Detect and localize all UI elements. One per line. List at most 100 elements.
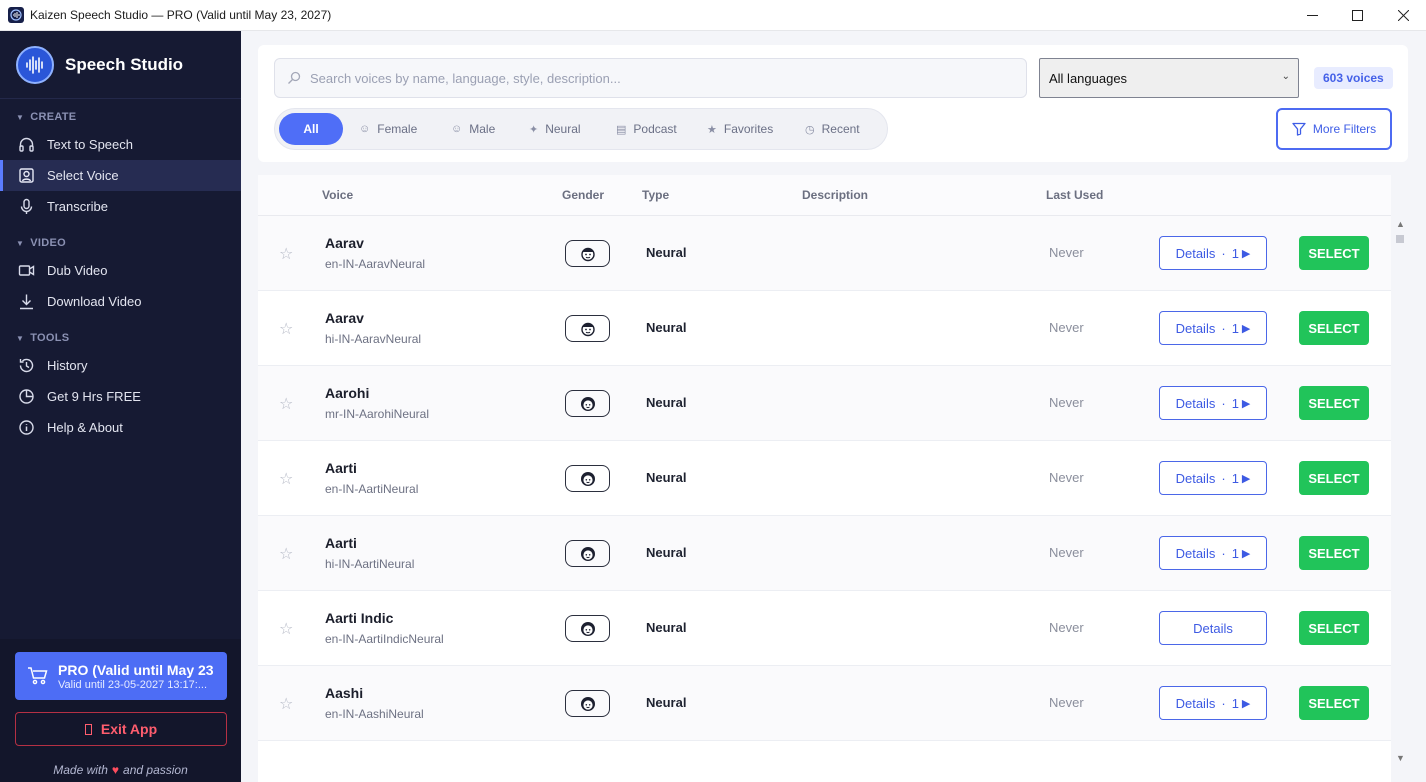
voice-name: Aashi	[325, 685, 364, 701]
sample-count: 1	[1231, 245, 1239, 261]
section-create: ▼ CREATE	[16, 111, 77, 123]
details-button[interactable]: Details · 1 ▶	[1159, 311, 1267, 345]
column-voice[interactable]: Voice	[322, 188, 353, 202]
close-button[interactable]	[1380, 0, 1426, 31]
details-button[interactable]: Details · 1 ▶	[1159, 461, 1267, 495]
exit-app-button[interactable]: Exit App	[15, 712, 227, 746]
more-filters-button[interactable]: More Filters	[1276, 108, 1392, 150]
select-button[interactable]: SELECT	[1299, 461, 1369, 495]
scroll-thumb[interactable]	[1396, 235, 1404, 243]
female-face-icon	[565, 390, 610, 417]
select-button[interactable]: SELECT	[1299, 686, 1369, 720]
chip-podcast[interactable]: ▤ Podcast	[616, 113, 677, 145]
last-used: Never	[1049, 245, 1084, 260]
select-button[interactable]: SELECT	[1299, 536, 1369, 570]
sidebar-item-text-to-speech[interactable]: Text to Speech	[0, 129, 241, 160]
clock-icon: ◷	[805, 123, 815, 136]
play-icon: ▶	[1241, 322, 1251, 335]
column-type[interactable]: Type	[642, 188, 669, 202]
last-used: Never	[1049, 695, 1084, 710]
sidebar-item-download-video[interactable]: Download Video	[0, 286, 241, 317]
table-row[interactable]: ☆ Aashi en-IN-AashiNeural Neural Never Detail…	[258, 666, 1391, 741]
details-button[interactable]: Details · 1 ▶	[1159, 386, 1267, 420]
voice-id: mr-IN-AarohiNeural	[325, 407, 430, 421]
heart-icon: ♥	[111, 763, 120, 777]
table-row[interactable]: ☆ Aarti hi-IN-AartiNeural Neural Never Detail…	[258, 516, 1391, 591]
voices-table: Voice Gender Type Description Last Used …	[258, 175, 1391, 782]
sample-count: 1	[1231, 320, 1239, 336]
select-button[interactable]: SELECT	[1299, 236, 1369, 270]
table-row[interactable]: ☆ Aarti Indic en-IN-AartiIndicNeural Neural…	[258, 591, 1391, 666]
made-with-credit: Made with ♥ and passion	[53, 763, 188, 777]
sidebar-item-history[interactable]: History	[0, 350, 241, 381]
section-video: ▼ VIDEO	[16, 237, 66, 249]
minimize-button[interactable]	[1289, 0, 1335, 31]
male-icon: ☺	[451, 123, 463, 135]
exit-door-icon	[84, 723, 92, 735]
select-button[interactable]: SELECT	[1299, 386, 1369, 420]
play-icon: ▶	[1241, 397, 1251, 410]
favorite-star-icon[interactable]: ☆	[279, 244, 293, 264]
chevron-down-icon: ⌄	[1281, 71, 1290, 82]
select-button[interactable]: SELECT	[1299, 611, 1369, 645]
sidebar-footer: PRO (Valid until May 23 Valid until 23-0…	[0, 639, 241, 782]
filters-card: Search voices by name, language, style, …	[258, 45, 1408, 162]
favorite-star-icon[interactable]: ☆	[279, 319, 293, 339]
sidebar-item-transcribe[interactable]: Transcribe	[0, 191, 241, 222]
details-button[interactable]: Details	[1159, 611, 1267, 645]
table-row[interactable]: ☆ Aarav en-IN-AaravNeural Neural Never Detail…	[258, 216, 1391, 291]
voice-name: Aarav	[325, 310, 364, 326]
play-icon: ▶	[1241, 547, 1251, 560]
voice-type: Neural	[646, 395, 687, 410]
table-row[interactable]: ☆ Aarav hi-IN-AaravNeural Neural Never Detail…	[258, 291, 1391, 366]
favorite-star-icon[interactable]: ☆	[279, 469, 293, 489]
table-header: Voice Gender Type Description Last Used	[258, 175, 1391, 216]
table-row[interactable]: ☆ Aarohi mr-IN-AarohiNeural Neural Never Deta…	[258, 366, 1391, 441]
language-select[interactable]: All languages ⌄	[1039, 58, 1299, 98]
details-button[interactable]: Details · 1 ▶	[1159, 236, 1267, 270]
sidebar-item-select-voice[interactable]: Select Voice	[0, 160, 241, 191]
chip-male[interactable]: ☺ Male	[451, 113, 495, 145]
voice-type: Neural	[646, 620, 687, 635]
sample-count: 1	[1231, 695, 1239, 711]
pro-status-card[interactable]: PRO (Valid until May 23 Valid until 23-0…	[15, 652, 227, 700]
chip-all[interactable]: All	[279, 113, 343, 145]
column-description[interactable]: Description	[802, 188, 868, 202]
chip-neural[interactable]: ✦ Neural	[529, 113, 581, 145]
filter-chips: All ☺ Female ☺ Male ✦ Neural ▤ Podcast ★ Favo…	[274, 108, 888, 150]
voice-name: Aarti	[325, 460, 357, 476]
voice-profile-icon	[19, 168, 34, 183]
voice-type: Neural	[646, 545, 687, 560]
voice-id: en-IN-AaravNeural	[325, 257, 426, 271]
details-button[interactable]: Details · 1 ▶	[1159, 686, 1267, 720]
female-face-icon	[565, 615, 610, 642]
table-scrollbar[interactable]: ▲ ▼	[1393, 219, 1407, 767]
chip-recent[interactable]: ◷ Recent	[805, 113, 860, 145]
play-icon: ▶	[1241, 247, 1251, 260]
favorite-star-icon[interactable]: ☆	[279, 394, 293, 414]
details-button[interactable]: Details · 1 ▶	[1159, 536, 1267, 570]
brand-name: Speech Studio	[65, 55, 184, 74]
column-last-used[interactable]: Last Used	[1046, 188, 1103, 202]
search-input[interactable]: Search voices by name, language, style, …	[274, 58, 1027, 98]
sidebar-item-help-about[interactable]: Help & About	[0, 412, 241, 443]
table-row[interactable]: ☆ Aarti en-IN-AartiNeural Neural Never Detail…	[258, 441, 1391, 516]
chip-favorites[interactable]: ★ Favorites	[707, 113, 773, 145]
chip-female[interactable]: ☺ Female	[359, 113, 417, 145]
favorite-star-icon[interactable]: ☆	[279, 544, 293, 564]
sample-count: 1	[1231, 470, 1239, 486]
sidebar-item-get-free-hours[interactable]: Get 9 Hrs FREE	[0, 381, 241, 412]
star-icon: ★	[707, 123, 717, 136]
scroll-down-icon[interactable]: ▼	[1396, 753, 1405, 763]
sidebar-item-dub-video[interactable]: Dub Video	[0, 255, 241, 286]
maximize-button[interactable]	[1334, 0, 1380, 31]
column-gender[interactable]: Gender	[562, 188, 604, 202]
select-button[interactable]: SELECT	[1299, 311, 1369, 345]
divider	[0, 98, 241, 99]
favorite-star-icon[interactable]: ☆	[279, 619, 293, 639]
scroll-up-icon[interactable]: ▲	[1396, 219, 1405, 229]
female-face-icon	[565, 540, 610, 567]
cart-icon	[27, 666, 49, 686]
voice-type: Neural	[646, 320, 687, 335]
favorite-star-icon[interactable]: ☆	[279, 694, 293, 714]
